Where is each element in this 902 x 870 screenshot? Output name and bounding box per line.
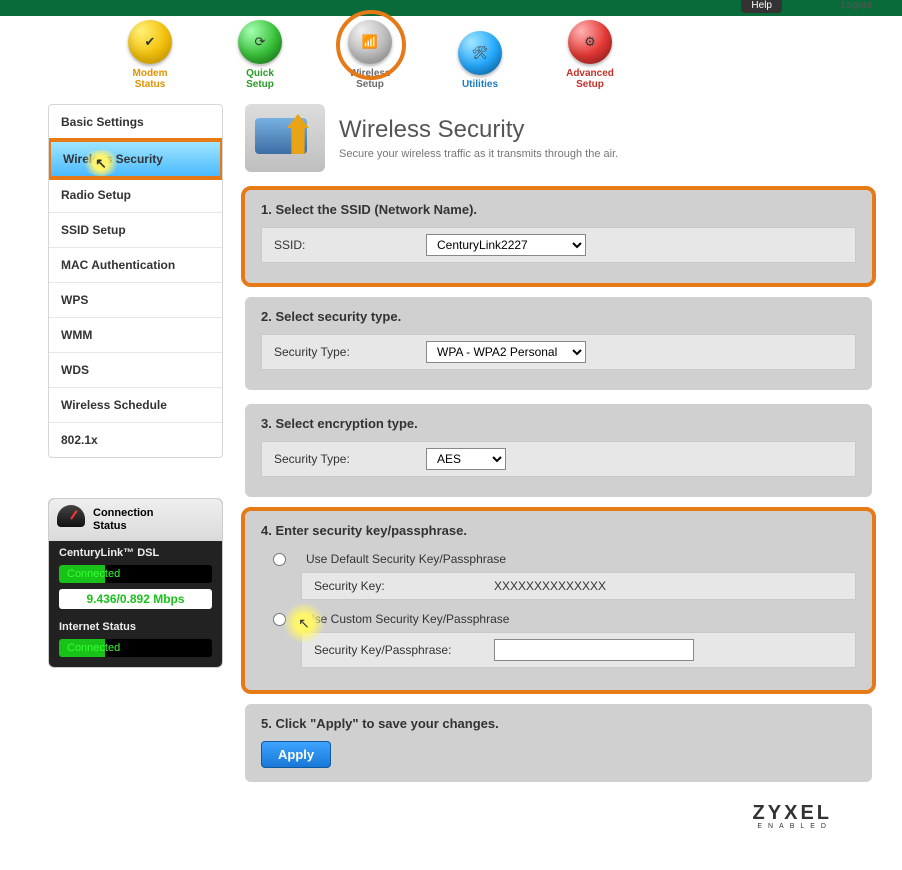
- wireless-setup-icon: 📶: [348, 20, 392, 64]
- nav-advanced-setup[interactable]: ⚙ AdvancedSetup: [550, 20, 630, 90]
- sidebar-item-wmm[interactable]: WMM: [49, 318, 222, 353]
- step-2-block: 2. Select security type. Security Type: …: [245, 297, 872, 390]
- custom-key-input[interactable]: [494, 639, 694, 661]
- internet-status-bar: Connected: [59, 639, 212, 657]
- custom-key-row: Security Key/Passphrase:: [301, 632, 856, 668]
- sidebar-item-8021x[interactable]: 802.1x: [49, 423, 222, 457]
- use-default-radio[interactable]: [273, 553, 286, 566]
- ssid-label: SSID:: [274, 238, 414, 252]
- top-nav: ✔ ModemStatus ⟳ QuickSetup 📶 WirelessSet…: [0, 16, 902, 104]
- step-3-heading: 3. Select encryption type.: [261, 416, 856, 431]
- step-5-heading: 5. Click "Apply" to save your changes.: [261, 716, 856, 731]
- sidebar-item-wds[interactable]: WDS: [49, 353, 222, 388]
- security-type-label: Security Type:: [274, 345, 414, 359]
- wireless-submenu: Basic Settings Wireless Security ↖ Radio…: [48, 104, 223, 458]
- quick-setup-icon: ⟳: [238, 20, 282, 64]
- utilities-icon: 🛠: [458, 31, 502, 75]
- dsl-status-bar: Connected: [59, 565, 212, 583]
- page-hero-icon: [245, 104, 325, 172]
- dsl-title: CenturyLink™ DSL: [49, 541, 222, 561]
- security-type-row: Security Type: WPA - WPA2 Personal: [261, 334, 856, 370]
- step-4-heading: 4. Enter security key/passphrase.: [261, 523, 856, 538]
- step-3-block: 3. Select encryption type. Security Type…: [245, 404, 872, 497]
- modem-status-icon: ✔: [128, 20, 172, 64]
- sidebar-item-ssid-setup[interactable]: SSID Setup: [49, 213, 222, 248]
- step-4-block: 4. Enter security key/passphrase. Use De…: [245, 511, 872, 690]
- security-type-select[interactable]: WPA - WPA2 Personal: [426, 341, 586, 363]
- connection-status-widget: ConnectionStatus CenturyLink™ DSL Connec…: [48, 498, 223, 668]
- default-key-label: Security Key:: [314, 579, 474, 593]
- logout-link[interactable]: Logout: [841, 0, 872, 11]
- nav-wireless-setup[interactable]: 📶 WirelessSetup: [330, 20, 410, 90]
- default-key-row: Security Key: XXXXXXXXXXXXXX: [301, 572, 856, 600]
- step-1-heading: 1. Select the SSID (Network Name).: [261, 202, 856, 217]
- step-5-block: 5. Click "Apply" to save your changes. A…: [245, 704, 872, 782]
- sidebar-item-radio-setup[interactable]: Radio Setup: [49, 178, 222, 213]
- help-button[interactable]: Help: [741, 0, 782, 13]
- use-custom-row: ↖ Use Custom Security Key/Passphrase: [261, 608, 856, 630]
- step-2-heading: 2. Select security type.: [261, 309, 856, 324]
- page-subtitle: Secure your wireless traffic as it trans…: [339, 148, 618, 160]
- step-1-block: 1. Select the SSID (Network Name). SSID:…: [245, 190, 872, 283]
- sidebar-item-wireless-schedule[interactable]: Wireless Schedule: [49, 388, 222, 423]
- encryption-row: Security Type: AES: [261, 441, 856, 477]
- sidebar-item-wireless-security[interactable]: Wireless Security ↖: [49, 140, 222, 178]
- gauge-icon: [57, 505, 85, 527]
- use-default-row: Use Default Security Key/Passphrase: [261, 548, 856, 570]
- use-custom-radio[interactable]: [273, 613, 286, 626]
- page-title: Wireless Security: [339, 116, 618, 144]
- nav-utilities[interactable]: 🛠 Utilities: [440, 31, 520, 90]
- use-default-label: Use Default Security Key/Passphrase: [306, 552, 506, 566]
- dsl-speed: 9.436/0.892 Mbps: [59, 589, 212, 609]
- ssid-row: SSID: CenturyLink2227: [261, 227, 856, 263]
- encryption-label: Security Type:: [274, 452, 414, 466]
- sidebar-item-mac-authentication[interactable]: MAC Authentication: [49, 248, 222, 283]
- custom-key-label: Security Key/Passphrase:: [314, 643, 474, 657]
- zyxel-logo: ZYXEL ENABLED: [245, 802, 832, 830]
- encryption-select[interactable]: AES: [426, 448, 506, 470]
- nav-modem-status[interactable]: ✔ ModemStatus: [110, 20, 190, 90]
- default-key-value: XXXXXXXXXXXXXX: [494, 579, 606, 593]
- sidebar-item-wps[interactable]: WPS: [49, 283, 222, 318]
- sidebar-item-label: Wireless Security: [63, 152, 163, 166]
- ssid-select[interactable]: CenturyLink2227: [426, 234, 586, 256]
- use-custom-label: Use Custom Security Key/Passphrase: [306, 612, 509, 626]
- sidebar-item-basic-settings[interactable]: Basic Settings: [49, 105, 222, 140]
- internet-title: Internet Status: [49, 615, 222, 635]
- nav-quick-setup[interactable]: ⟳ QuickSetup: [220, 20, 300, 90]
- advanced-setup-icon: ⚙: [568, 20, 612, 64]
